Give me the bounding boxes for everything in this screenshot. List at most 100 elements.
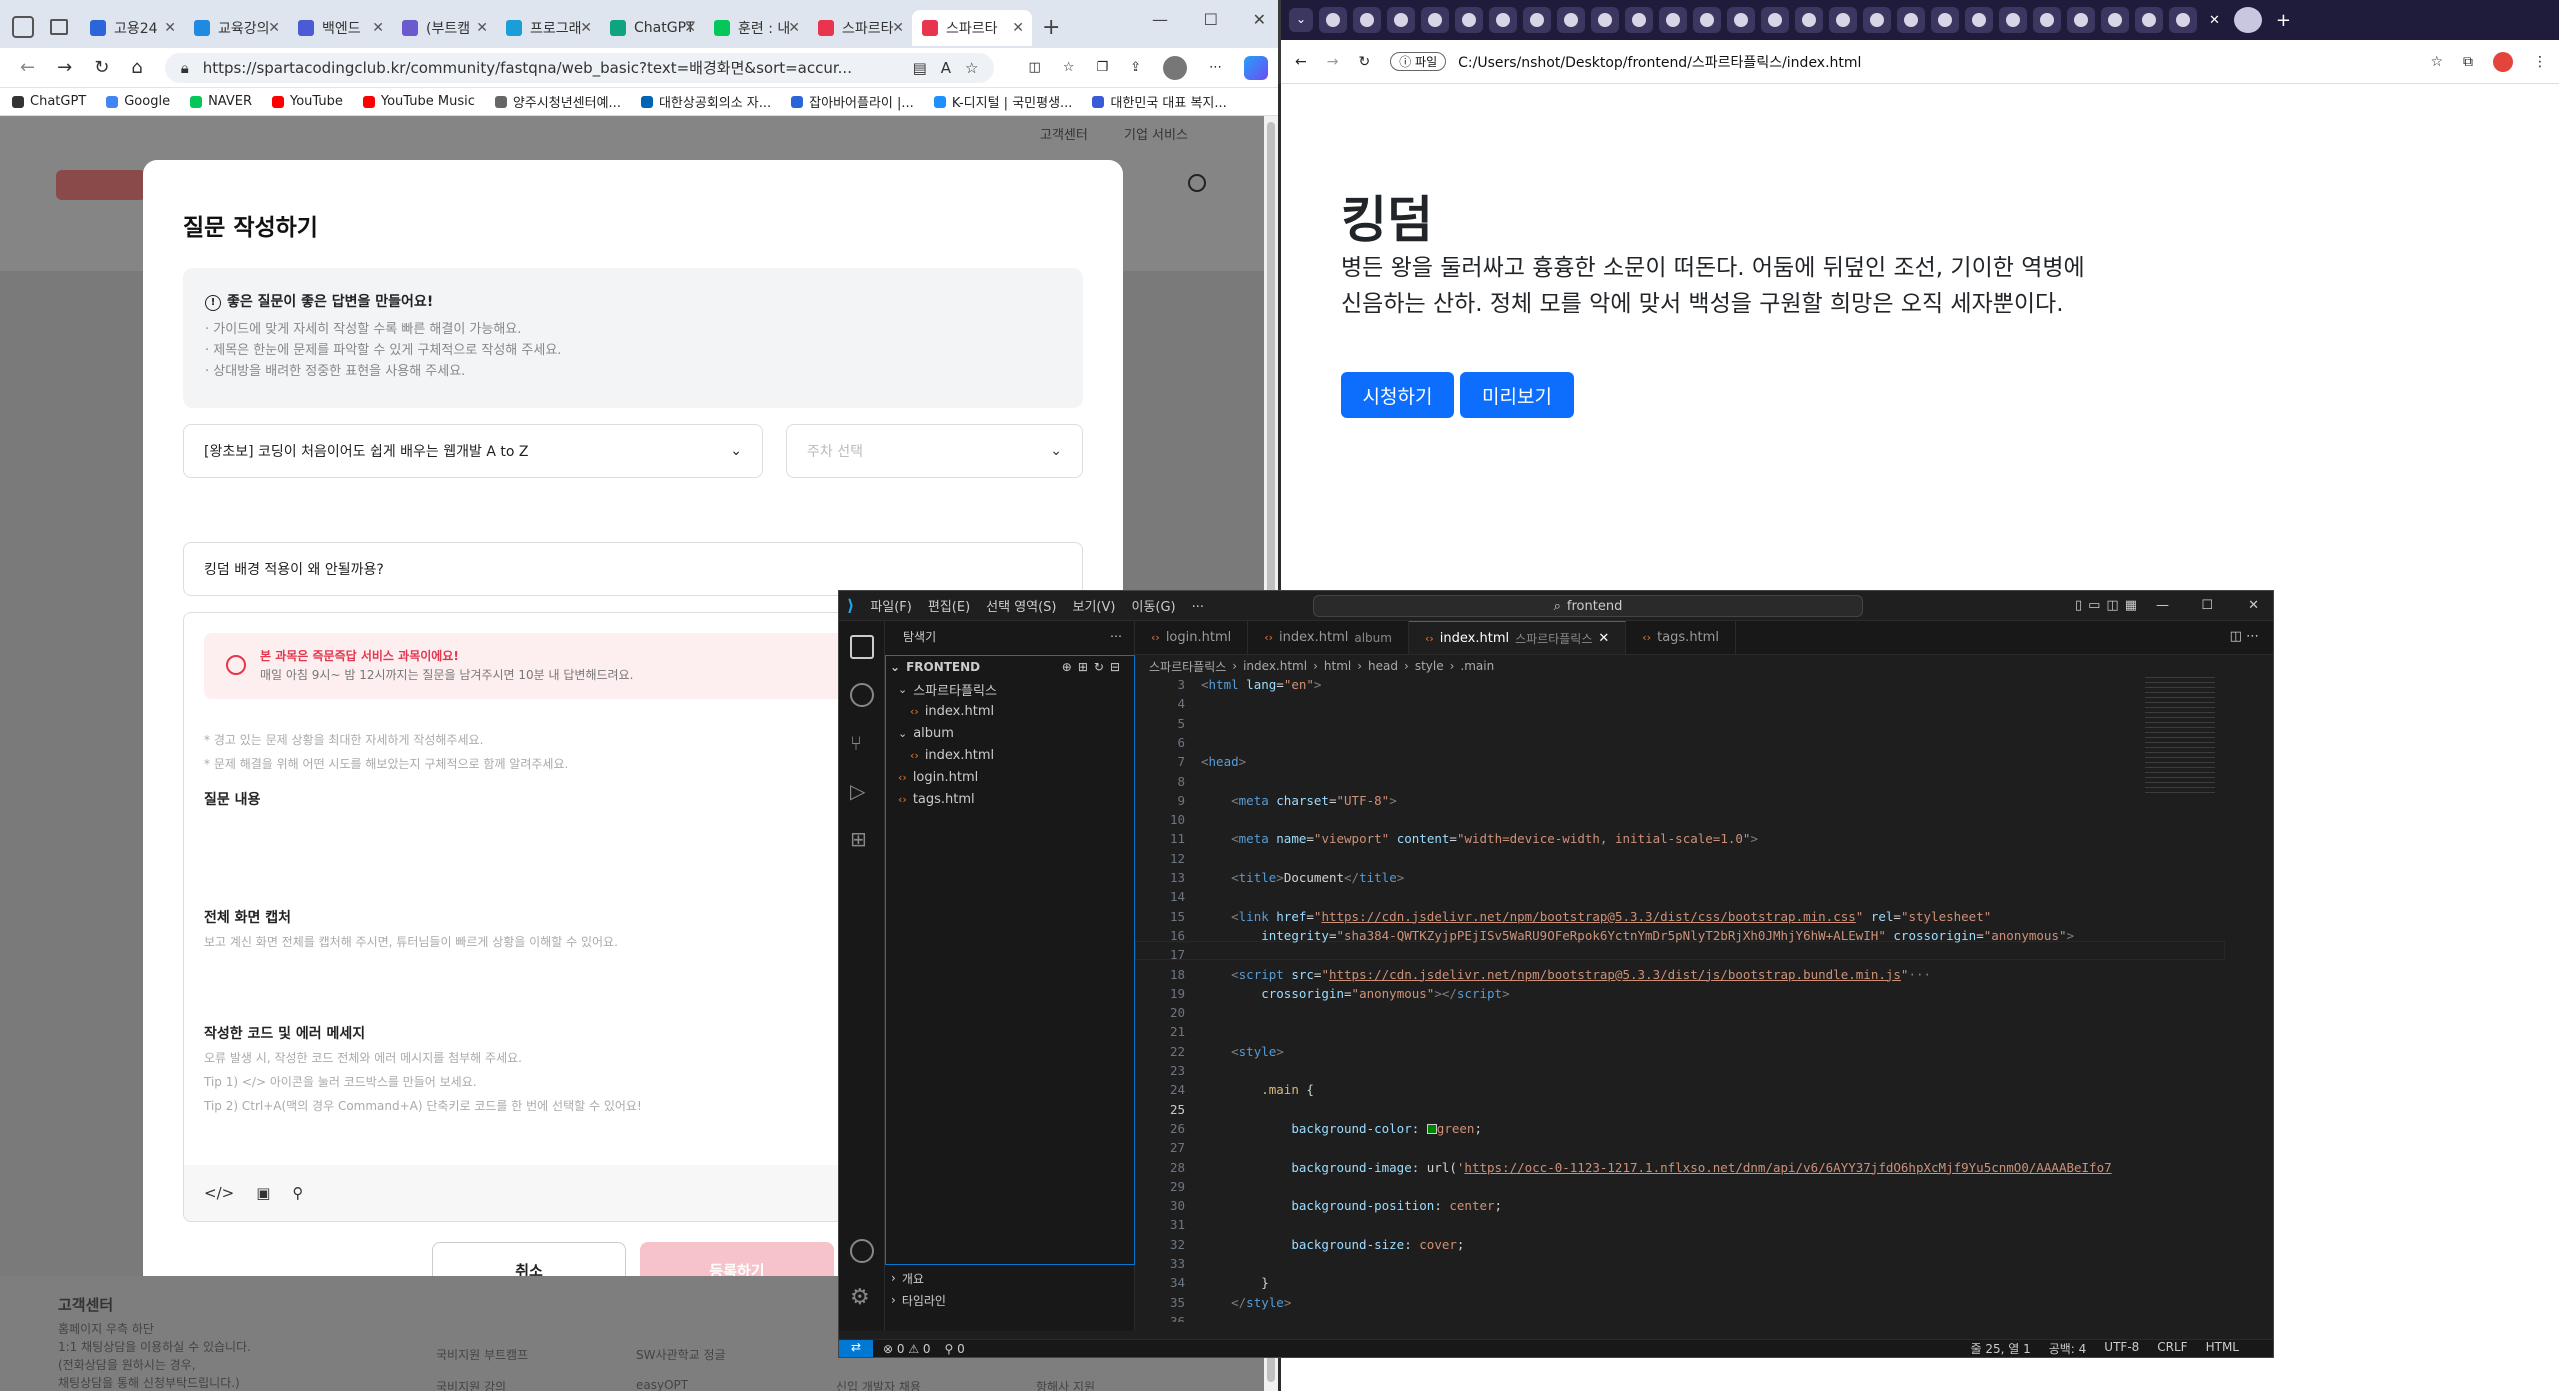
footer-link[interactable]: 국비지원 강의 xyxy=(436,1378,506,1391)
run-debug-icon[interactable]: ▷ xyxy=(850,779,874,803)
bookmark-item[interactable]: 대한민국 대표 복지... xyxy=(1092,92,1227,111)
minimap[interactable] xyxy=(2145,677,2215,797)
profile-avatar[interactable] xyxy=(1163,55,1187,80)
browser-tab[interactable] xyxy=(1897,7,1925,33)
status-item[interactable]: 줄 25, 열 1 xyxy=(1970,1340,2030,1357)
share-icon[interactable]: ⇪ xyxy=(1130,60,1141,75)
breadcrumb-item[interactable]: index.html xyxy=(1243,659,1307,673)
tree-file[interactable]: ‹› tags.html xyxy=(886,788,1134,810)
tab-close-icon[interactable]: ✕ xyxy=(892,20,904,36)
status-item[interactable]: UTF-8 xyxy=(2104,1340,2139,1357)
browser-tab[interactable]: 교육강의 ✕ xyxy=(184,10,288,46)
browser-tab[interactable] xyxy=(2033,7,2061,33)
status-item[interactable]: CRLF xyxy=(2157,1340,2187,1357)
browser-tab[interactable] xyxy=(1455,7,1483,33)
new-tab-button[interactable]: + xyxy=(2276,10,2291,31)
minimize-button[interactable]: — xyxy=(1152,10,1168,29)
tree-folder[interactable]: ⌄ album xyxy=(886,722,1134,744)
remote-icon[interactable]: ⇄ xyxy=(839,1339,873,1357)
footer-link[interactable]: SW사관학교 정글 xyxy=(636,1346,726,1363)
reader-icon[interactable]: ▤ xyxy=(913,59,927,77)
active-tab[interactable] xyxy=(2233,7,2262,33)
address-bar[interactable]: 🔒︎ https://spartacodingclub.kr/community… xyxy=(164,52,995,83)
browser-tab[interactable] xyxy=(1489,7,1517,33)
bookmark-item[interactable]: NAVER xyxy=(190,94,252,109)
browser-tab[interactable] xyxy=(1353,7,1381,33)
question-title-input[interactable]: 킹덤 배경 적용이 왜 안될까용? xyxy=(183,542,1083,596)
account-icon[interactable] xyxy=(850,1239,874,1263)
tree-file[interactable]: ‹› login.html xyxy=(886,766,1134,788)
maximize-button[interactable]: ☐ xyxy=(2201,598,2213,613)
menu-item[interactable]: 보기(V) xyxy=(1073,596,1116,615)
copilot-icon[interactable] xyxy=(1244,55,1268,80)
maximize-button[interactable]: ☐ xyxy=(1204,10,1218,29)
footer-link[interactable]: 국비지원 부트캠프 xyxy=(436,1346,528,1363)
browser-tab[interactable] xyxy=(1965,7,1993,33)
browser-tab[interactable]: 프로그래 ✕ xyxy=(496,10,600,46)
explorer-icon[interactable] xyxy=(850,635,874,659)
tab-close-icon[interactable]: ✕ xyxy=(476,20,488,36)
browser-tab[interactable]: (부트캠 ✕ xyxy=(392,10,496,46)
close-window-button[interactable]: ✕ xyxy=(1253,10,1266,29)
browser-tab[interactable] xyxy=(1421,7,1449,33)
breadcrumb-item[interactable]: html xyxy=(1324,659,1351,673)
menu-item[interactable]: 파일(F) xyxy=(870,596,912,615)
editor-tab[interactable]: ‹› tags.html xyxy=(1626,621,1736,654)
tab-close-icon[interactable]: ✕ xyxy=(1598,631,1609,646)
tab-close-icon[interactable]: ✕ xyxy=(580,20,592,36)
menu-item[interactable]: 선택 영역(S) xyxy=(986,596,1056,615)
tab-search-icon[interactable]: ⌄ xyxy=(1289,8,1313,32)
tab-close-icon[interactable]: ✕ xyxy=(372,20,384,36)
editor-tab[interactable]: ‹› login.html xyxy=(1135,621,1249,654)
editor-actions[interactable]: ◫ ⋯ xyxy=(2230,629,2259,644)
outline-section[interactable]: › 개요 xyxy=(885,1267,924,1289)
close-window-button[interactable]: ✕ xyxy=(2248,598,2259,613)
bookmark-item[interactable]: 잡아바어플라이 |... xyxy=(791,92,914,111)
editor-tab[interactable]: ‹› index.html album xyxy=(1248,621,1409,654)
menu-item[interactable]: ... xyxy=(1192,596,1204,615)
browser-tab[interactable]: ChatGPT ✕ xyxy=(600,10,704,46)
attachment-icon[interactable]: ⚲ xyxy=(292,1184,303,1202)
workspaces-icon[interactable] xyxy=(12,16,34,38)
breadcrumb-item[interactable]: .main xyxy=(1460,659,1494,673)
browser-tab[interactable] xyxy=(1693,7,1721,33)
tab-close-icon[interactable]: ✕ xyxy=(788,20,800,36)
favorite-icon[interactable]: ☆ xyxy=(965,59,978,77)
tree-file[interactable]: ‹› index.html xyxy=(886,700,1134,722)
bookmark-item[interactable]: K-디지털 | 국민평생... xyxy=(933,92,1072,111)
bookmark-item[interactable]: YouTube xyxy=(272,94,343,109)
tab-close-icon[interactable]: ✕ xyxy=(164,20,176,36)
tree-root[interactable]: ⌄ FRONTEND ⊕⊞↻⊟ xyxy=(886,656,1134,678)
home-icon[interactable]: ⌂ xyxy=(131,57,142,78)
tab-close-icon[interactable]: ✕ xyxy=(1012,20,1024,36)
browser-tab[interactable] xyxy=(2101,7,2129,33)
browser-tab[interactable] xyxy=(1795,7,1823,33)
forward-icon[interactable]: → xyxy=(1327,54,1339,70)
more-icon[interactable]: ⋯ xyxy=(1209,60,1222,75)
browser-tab[interactable]: 백엔드 ✕ xyxy=(288,10,392,46)
extensions-icon[interactable]: ⊞ xyxy=(850,827,874,851)
refresh-icon[interactable]: ↻ xyxy=(94,57,109,78)
browser-tab[interactable] xyxy=(1659,7,1687,33)
browser-tab[interactable] xyxy=(1319,7,1347,33)
favorites-icon[interactable]: ☆ xyxy=(1063,60,1075,75)
refresh-icon[interactable]: ↻ xyxy=(1358,54,1370,70)
bookmark-item[interactable]: Google xyxy=(106,94,170,109)
search-icon[interactable] xyxy=(850,683,874,707)
preview-button[interactable]: 미리보기 xyxy=(1460,372,1574,418)
command-search[interactable]: ⌕ frontend xyxy=(1313,595,1863,617)
header-link-business[interactable]: 기업 서비스 xyxy=(1124,124,1188,143)
settings-gear-icon[interactable]: ⚙ xyxy=(850,1285,874,1310)
collections-icon[interactable]: ❐ xyxy=(1096,60,1108,75)
header-link-support[interactable]: 고객센터 xyxy=(1040,124,1088,143)
right-address-bar[interactable]: ⓘ 파일 C:/Users/nshot/Desktop/frontend/스파르… xyxy=(1390,47,2410,77)
menu-icon[interactable]: ⋮ xyxy=(2533,54,2547,70)
browser-tab[interactable]: 고용24 ✕ xyxy=(80,10,184,46)
tree-file[interactable]: ‹› index.html xyxy=(886,744,1134,766)
bookmark-item[interactable]: YouTube Music xyxy=(362,94,475,109)
browser-tab[interactable]: 스파르타 ✕ xyxy=(808,10,912,46)
code-editor[interactable]: 3 <html lang="en"> 4 5 6 7 <head> 8 9 <meta char… xyxy=(1135,677,2225,1322)
browser-tab[interactable] xyxy=(1557,7,1585,33)
course-select[interactable]: [왕초보] 코딩이 처음이어도 쉽게 배우는 웹개발 A to Z ⌄ xyxy=(183,424,763,478)
browser-tab[interactable] xyxy=(2067,7,2095,33)
